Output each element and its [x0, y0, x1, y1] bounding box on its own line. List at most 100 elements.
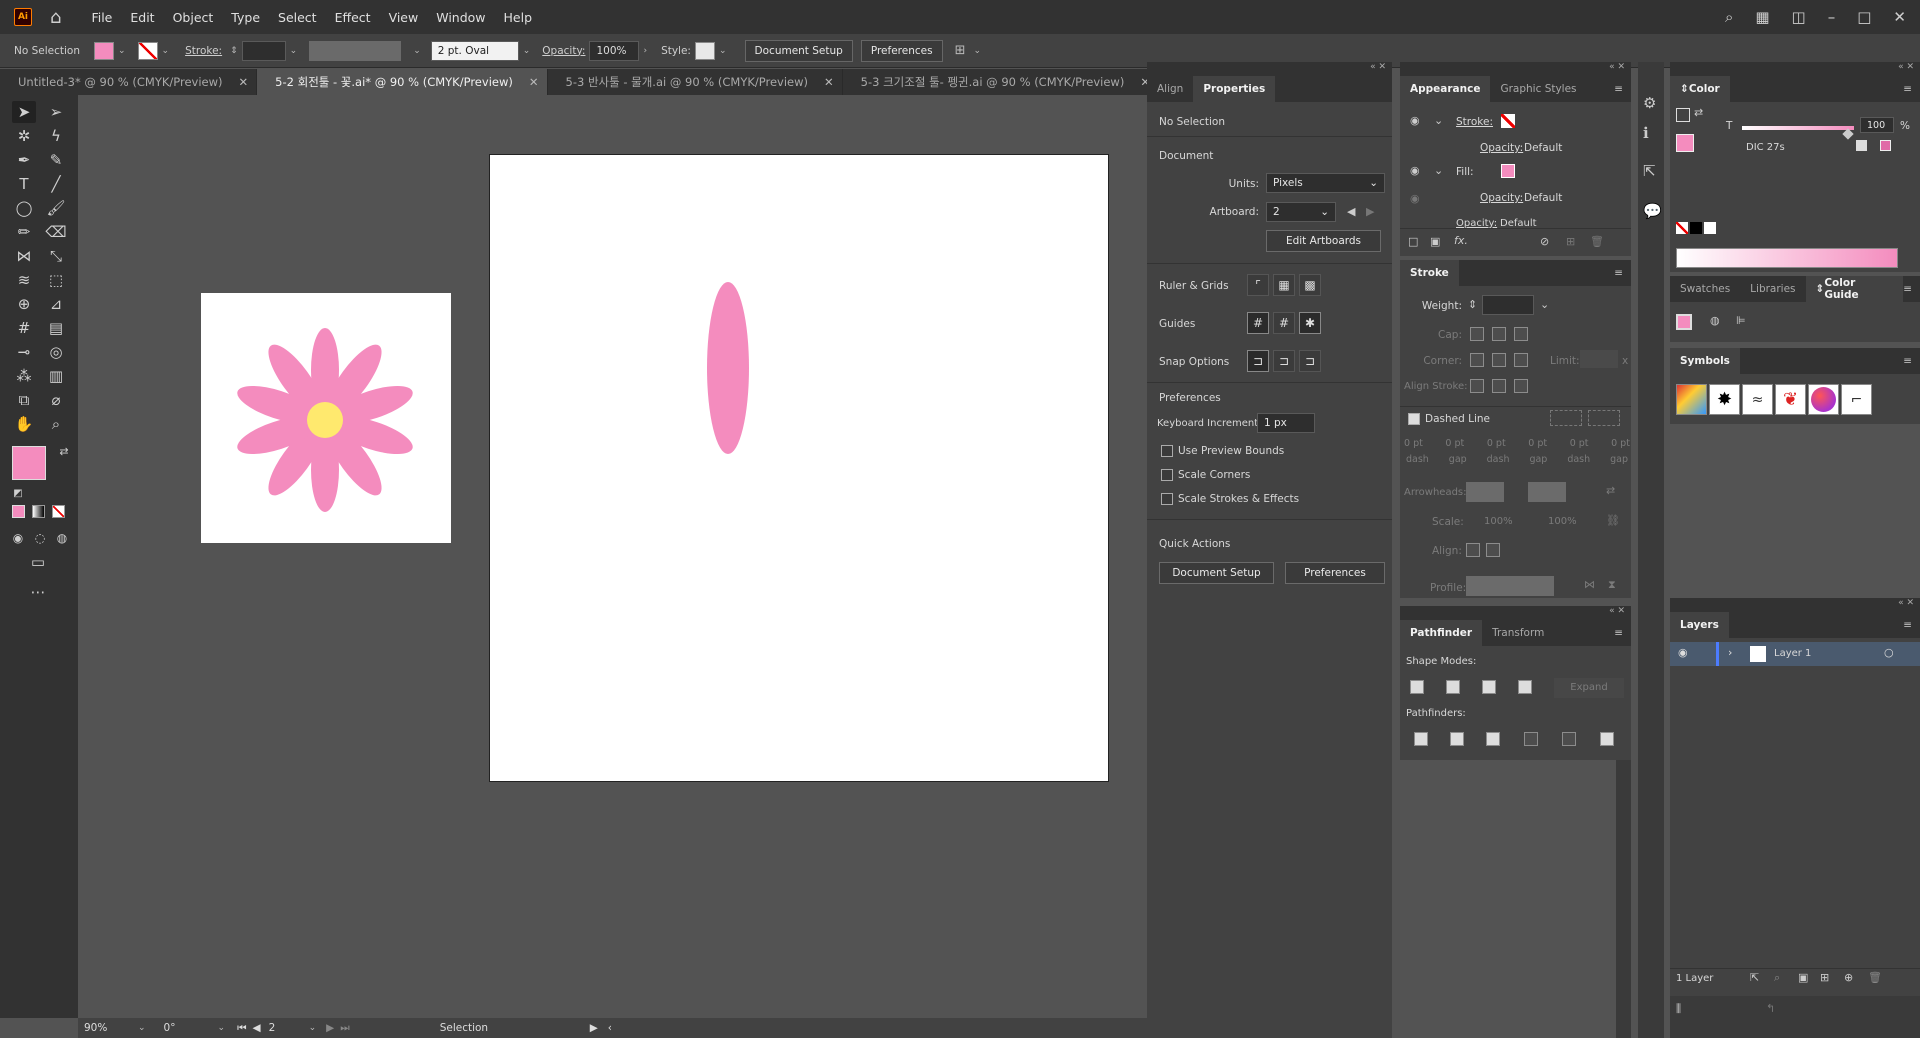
- panel-menu-icon[interactable]: ≡: [1614, 76, 1631, 102]
- tab-graphic-styles[interactable]: Graphic Styles: [1490, 76, 1586, 102]
- symbol-grunge[interactable]: ≈: [1742, 384, 1773, 415]
- round-cap-icon[interactable]: [1492, 327, 1506, 341]
- dash-input[interactable]: 0 pt: [1404, 438, 1423, 449]
- none-color-swatch[interactable]: [1676, 222, 1688, 234]
- chevron-down-icon[interactable]: ⌄: [413, 46, 421, 56]
- gradient-mode-icon[interactable]: [32, 505, 45, 518]
- minus-front-icon[interactable]: [1446, 680, 1460, 694]
- arrow-extend-icon[interactable]: [1466, 543, 1480, 557]
- exclude-icon[interactable]: [1518, 680, 1532, 694]
- stroke-attribute[interactable]: Stroke:: [1456, 116, 1493, 128]
- default-fill-stroke-icon[interactable]: [1676, 108, 1690, 122]
- menu-file[interactable]: File: [91, 10, 112, 25]
- tab-swatches[interactable]: Swatches: [1670, 276, 1740, 302]
- base-color-swatch[interactable]: [1676, 314, 1692, 330]
- tint-slider-track[interactable]: [1742, 126, 1854, 130]
- column-graph-tool-icon[interactable]: ▥: [44, 365, 68, 387]
- layer-name[interactable]: Layer 1: [1774, 648, 1811, 659]
- delete-item-icon[interactable]: 🗑: [1590, 235, 1604, 248]
- minus-back-icon[interactable]: [1600, 732, 1614, 746]
- menu-select[interactable]: Select: [278, 10, 317, 25]
- panel-menu-icon[interactable]: ≡: [1903, 348, 1920, 374]
- swap-colors-icon[interactable]: ⇄: [52, 441, 76, 463]
- screen-mode-icon[interactable]: ▭: [26, 551, 50, 573]
- dash-input[interactable]: 0 pt: [1570, 438, 1589, 449]
- transparency-grid-icon[interactable]: ▩: [1299, 274, 1321, 296]
- menu-view[interactable]: View: [389, 10, 419, 25]
- share-icon[interactable]: ↰: [1766, 1002, 1775, 1015]
- collect-export-icon[interactable]: ⇱: [1750, 971, 1759, 984]
- chevron-down-icon[interactable]: ⌄: [719, 46, 727, 56]
- artboard-number[interactable]: 2: [269, 1022, 305, 1034]
- chevron-right-icon[interactable]: ›: [643, 46, 647, 56]
- tab-appearance[interactable]: Appearance: [1400, 76, 1491, 102]
- stroke-swatch[interactable]: [137, 41, 158, 60]
- comments-icon[interactable]: 💬: [1643, 202, 1662, 220]
- gap-input[interactable]: 0 pt: [1528, 438, 1547, 449]
- panel-collapse-icon[interactable]: « ✕: [1670, 598, 1920, 612]
- menu-help[interactable]: Help: [504, 10, 533, 25]
- snap-to-pixel-icon[interactable]: ⊐: [1273, 350, 1295, 372]
- expand-button[interactable]: Expand: [1554, 678, 1624, 698]
- units-select[interactable]: Pixels ⌄: [1266, 173, 1385, 193]
- fill-swatch[interactable]: [94, 41, 114, 60]
- arrowhead-start-select[interactable]: [1466, 482, 1504, 502]
- tab-penguin[interactable]: 5-3 크기조절 툴- 펭귄.ai @ 90 % (CMYK/Preview) ✕: [843, 69, 1159, 95]
- panel-menu-icon[interactable]: ≡: [1903, 612, 1920, 638]
- tint-slider-handle[interactable]: [1842, 128, 1854, 140]
- next-artboard-icon[interactable]: ▶: [1366, 205, 1374, 218]
- lock-guides-icon[interactable]: #: [1273, 312, 1295, 334]
- ruler-icon[interactable]: ⌜: [1247, 274, 1269, 296]
- variable-width-profile[interactable]: [309, 40, 402, 61]
- symbol-ribbon[interactable]: ❦: [1775, 384, 1806, 415]
- minimize-icon[interactable]: –: [1828, 8, 1836, 26]
- paintbrush-tool-icon[interactable]: 🖌: [44, 197, 68, 219]
- use-preview-bounds-checkbox[interactable]: Use Preview Bounds: [1161, 445, 1284, 457]
- stroke-weight-input[interactable]: [241, 40, 286, 61]
- scroll-left-icon[interactable]: ‹: [608, 1022, 612, 1034]
- snap-to-glyph-icon[interactable]: ⊐: [1299, 350, 1321, 372]
- symbol-banner[interactable]: ⌐: [1841, 384, 1872, 415]
- tab-align[interactable]: Align: [1147, 76, 1193, 102]
- pen-tool-icon[interactable]: ✒: [12, 149, 36, 171]
- edit-colors-icon[interactable]: ◍: [1710, 314, 1720, 327]
- artboard-2[interactable]: [489, 154, 1109, 782]
- gradient-tool-icon[interactable]: ▤: [44, 317, 68, 339]
- duplicate-item-icon[interactable]: ⊞: [1566, 235, 1575, 248]
- document-setup-button[interactable]: Document Setup: [744, 39, 853, 62]
- arrow-place-icon[interactable]: [1486, 543, 1500, 557]
- chevron-down-icon[interactable]: ⌄: [309, 1023, 317, 1033]
- panel-menu-icon[interactable]: ≡: [1903, 276, 1920, 302]
- chevron-down-icon[interactable]: ⌄: [290, 46, 298, 56]
- align-outside-icon[interactable]: [1514, 379, 1528, 393]
- tab-libraries[interactable]: Libraries: [1740, 276, 1805, 302]
- chevron-down-icon[interactable]: ⌄: [138, 1023, 146, 1033]
- menu-window[interactable]: Window: [436, 10, 485, 25]
- scale-end-input[interactable]: 100%: [1548, 516, 1577, 527]
- last-artboard-icon[interactable]: ⏭: [340, 1022, 349, 1035]
- dock-scrollbar[interactable]: [1616, 760, 1631, 1038]
- swap-colors-icon[interactable]: ⇄: [1694, 106, 1703, 119]
- chevron-down-icon[interactable]: ⌄: [974, 46, 982, 56]
- first-artboard-icon[interactable]: ⏮: [237, 1022, 246, 1035]
- color-spectrum[interactable]: [1676, 248, 1898, 268]
- direct-selection-tool-icon[interactable]: ➢: [44, 101, 68, 123]
- add-fill-icon[interactable]: ▣: [1430, 235, 1440, 248]
- preferences-button[interactable]: Preferences: [860, 39, 943, 62]
- web-safe-icon[interactable]: [1880, 140, 1891, 151]
- artboard-select[interactable]: 2 ⌄: [1266, 202, 1336, 222]
- line-tool-icon[interactable]: ╱: [44, 173, 68, 195]
- chevron-down-icon[interactable]: ⌄: [1434, 164, 1443, 177]
- menu-object[interactable]: Object: [173, 10, 214, 25]
- menu-type[interactable]: Type: [231, 10, 260, 25]
- keyboard-increment-input[interactable]: 1 px: [1257, 413, 1315, 433]
- crop-icon[interactable]: [1524, 732, 1538, 746]
- gap-input[interactable]: 0 pt: [1445, 438, 1464, 449]
- next-artboard-icon[interactable]: ▶: [326, 1022, 334, 1034]
- panel-collapse-icon[interactable]: « ✕: [1147, 62, 1392, 76]
- panel-collapse-icon[interactable]: « ✕: [1400, 606, 1631, 620]
- document-setup-button[interactable]: Document Setup: [1159, 562, 1274, 584]
- tint-input[interactable]: 100: [1860, 117, 1894, 133]
- trim-icon[interactable]: [1450, 732, 1464, 746]
- square-cap-icon[interactable]: [1514, 327, 1528, 341]
